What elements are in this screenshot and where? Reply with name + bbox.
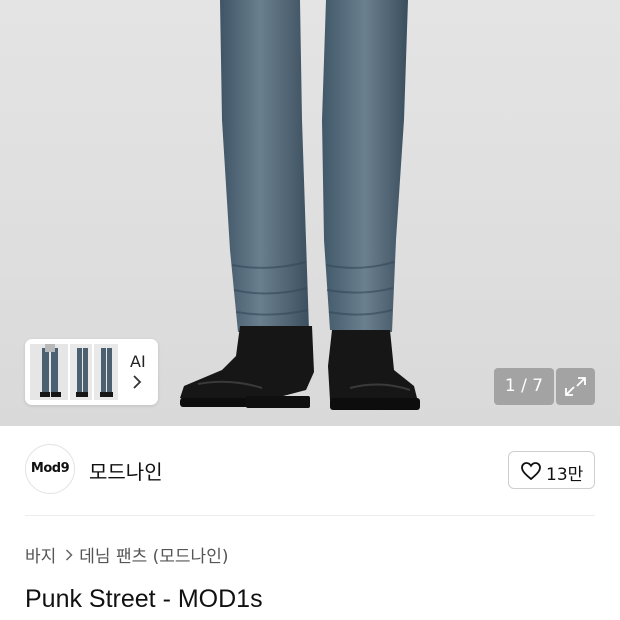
divider (25, 515, 595, 516)
chevron-right-icon[interactable] (132, 375, 142, 389)
ai-label[interactable]: AI (130, 352, 146, 371)
breadcrumb-subcategory[interactable]: 데님 팬츠 (모드나인) (79, 542, 228, 567)
expand-button[interactable] (556, 368, 595, 405)
brand-name[interactable]: 모드나인 (89, 456, 163, 485)
breadcrumb: 바지 데님 팬츠 (모드나인) (25, 542, 228, 567)
like-count: 13만 (546, 465, 584, 485)
product-image-gallery[interactable]: AI 1 / 7 (0, 0, 620, 426)
product-title: Punk Street - MOD1s (25, 585, 263, 613)
expand-icon (565, 377, 586, 396)
breadcrumb-category[interactable]: 바지 (25, 542, 56, 567)
heart-icon (521, 462, 541, 481)
image-counter: 1 / 7 (494, 368, 554, 405)
thumbnail-images[interactable] (30, 344, 118, 400)
thumbnail-strip[interactable] (25, 339, 158, 405)
brand-logo[interactable]: Mod9 (25, 444, 75, 494)
chevron-right-icon (65, 548, 73, 561)
like-button[interactable]: 13만 (508, 451, 595, 489)
